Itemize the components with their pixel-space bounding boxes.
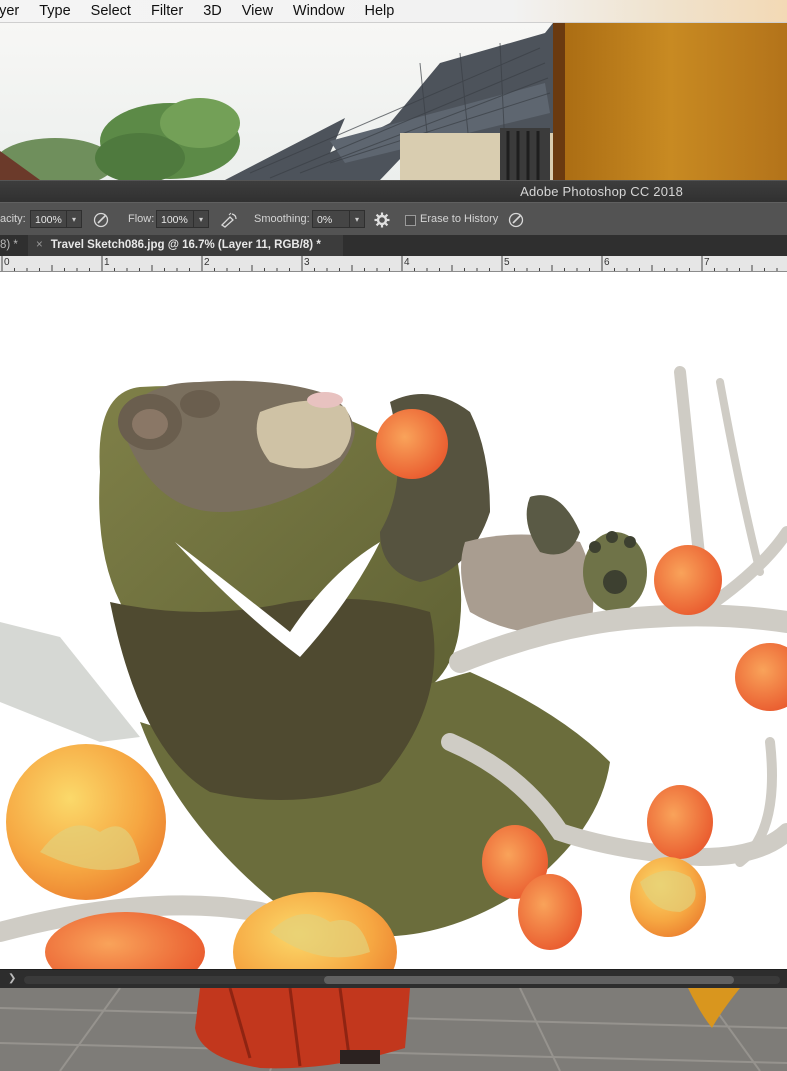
menu-item-help[interactable]: Help [365,3,395,19]
smoothing-field[interactable]: 0% [312,210,350,228]
document-canvas[interactable] [0,272,787,969]
tab-previous-document[interactable]: 8) * [0,235,18,256]
gear-icon[interactable] [374,212,390,228]
brush-pressure-icon[interactable] [508,212,524,228]
ruler-mark: 1 [104,257,110,268]
ruler-mark: 3 [304,257,310,268]
opacity-label: acity: [0,213,26,225]
erase-to-history-checkbox[interactable] [405,215,416,226]
ruler-mark: 7 [704,257,710,268]
menu-item-layer[interactable]: ayer [0,3,19,19]
scrollbar-track[interactable] [24,976,780,984]
opacity-field[interactable]: 100% [30,210,67,228]
opacity-dropdown[interactable]: ▾ [67,210,82,228]
document-tab-bar: 8) * × Travel Sketch086.jpg @ 16.7% (Laye… [0,235,787,257]
horizontal-ruler: 0 1 2 3 4 5 6 7 [0,256,787,272]
app-title: Adobe Photoshop CC 2018 [520,184,683,199]
close-icon[interactable]: × [36,239,43,251]
desktop-background-bottom [0,988,787,1071]
app-title-bar: Adobe Photoshop CC 2018 [0,180,787,203]
painting-bear-with-persimmons [0,366,787,969]
flow-field[interactable]: 100% [156,210,194,228]
ruler-mark: 0 [4,257,10,268]
ruler-ticks [1,256,778,271]
tab-travel-sketch[interactable]: × Travel Sketch086.jpg @ 16.7% (Layer 11,… [28,235,343,256]
scroll-right-icon[interactable]: ❯ [8,973,16,984]
menu-item-view[interactable]: View [242,3,273,19]
menu-item-filter[interactable]: Filter [151,3,183,19]
ruler-mark: 5 [504,257,510,268]
ruler-mark: 6 [604,257,610,268]
erase-to-history-label[interactable]: Erase to History [420,213,498,225]
tab-title: Travel Sketch086.jpg @ 16.7% (Layer 11, … [50,239,321,251]
brush-pressure-icon[interactable] [93,212,109,228]
ruler-mark: 4 [404,257,410,268]
ruler-mark: 2 [204,257,210,268]
airbrush-icon[interactable] [220,212,237,228]
menu-item-type[interactable]: Type [39,3,70,19]
smoothing-label: Smoothing: [254,213,310,225]
tool-options-bar: acity: 100% ▾ Flow: 100% ▾ Smoothing: 0%… [0,202,787,237]
smoothing-dropdown[interactable]: ▾ [350,210,365,228]
horizontal-scrollbar[interactable]: ❯ [0,969,787,989]
menu-item-window[interactable]: Window [293,3,345,19]
flow-dropdown[interactable]: ▾ [194,210,209,228]
menu-bar: ayer Type Select Filter 3D View Window H… [0,0,787,23]
desktop-background-top [0,23,787,180]
menu-item-select[interactable]: Select [91,3,131,19]
menu-item-3d[interactable]: 3D [203,3,222,19]
scrollbar-thumb[interactable] [324,976,734,984]
flow-label: Flow: [128,213,155,225]
